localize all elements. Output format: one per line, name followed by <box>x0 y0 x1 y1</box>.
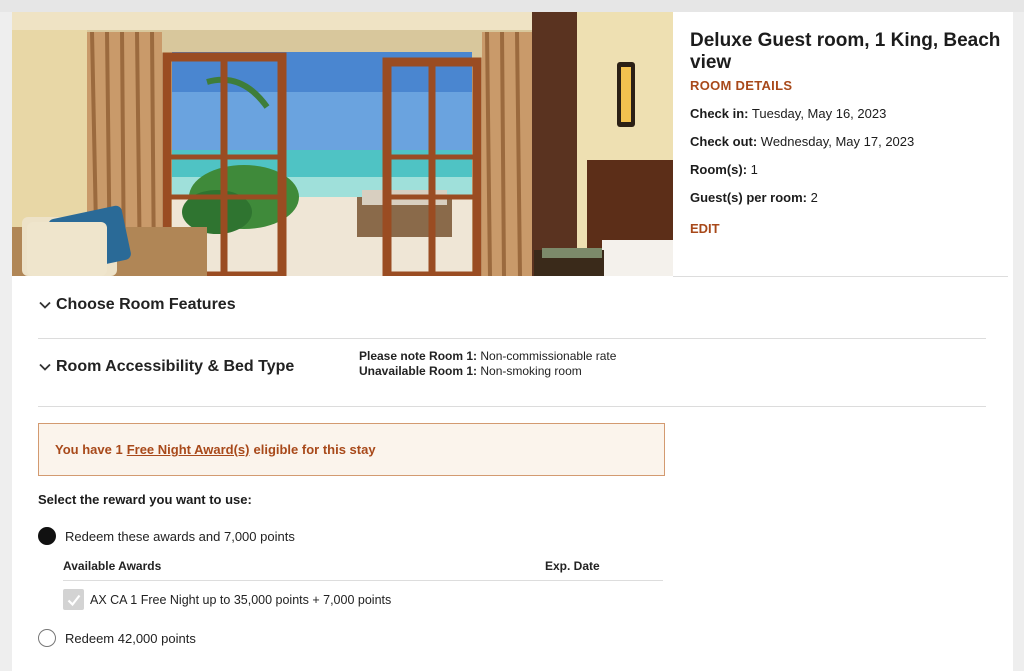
accessibility-title: Room Accessibility & Bed Type <box>56 358 295 375</box>
room-photo <box>12 12 673 276</box>
rooms-label: Room(s): <box>690 162 748 177</box>
note-unavailable: Unavailable Room 1: Non-smoking room <box>359 364 616 379</box>
edit-link[interactable]: EDIT <box>690 221 720 236</box>
award-checkbox[interactable] <box>63 589 84 610</box>
rooms-row: Room(s): 1 <box>690 162 1008 177</box>
room-title: Deluxe Guest room, 1 King, Beach view <box>690 30 1001 73</box>
awards-divider <box>63 580 663 581</box>
divider <box>38 406 986 407</box>
banner-suffix: eligible for this stay <box>253 442 376 457</box>
note-unavailable-value: Non-smoking room <box>480 364 582 378</box>
room-features-title: Choose Room Features <box>56 296 236 313</box>
guests-label: Guest(s) per room: <box>690 190 808 205</box>
room-card: Deluxe Guest room, 1 King, Beach view RO… <box>12 12 1013 671</box>
summary-divider <box>673 276 1008 277</box>
free-night-awards-link[interactable]: Free Night Award(s) <box>127 442 250 457</box>
room-summary: Deluxe Guest room, 1 King, Beach view RO… <box>690 30 1008 238</box>
check-out-label: Check out: <box>690 134 758 149</box>
rooms-value: 1 <box>750 162 758 177</box>
free-night-banner: You have 1 Free Night Award(s) eligible … <box>38 423 665 476</box>
top-bar <box>0 0 1024 12</box>
checkmark-icon <box>67 594 80 606</box>
note-commission-label: Please note Room 1: <box>359 349 478 363</box>
room-notes: Please note Room 1: Non-commissionable r… <box>359 349 616 379</box>
exp-date-column: Exp. Date <box>545 559 600 573</box>
note-unavailable-label: Unavailable Room 1: <box>359 364 478 378</box>
room-details-heading: ROOM DETAILS <box>690 78 793 93</box>
check-out-row: Check out: Wednesday, May 17, 2023 <box>690 134 1008 149</box>
banner-prefix: You have 1 <box>55 442 123 457</box>
award-item-label: AX CA 1 Free Night up to 35,000 points +… <box>90 592 392 607</box>
redeem-points-label: Redeem 42,000 points <box>65 630 196 646</box>
select-reward-label: Select the reward you want to use: <box>38 492 252 507</box>
check-in-label: Check in: <box>690 106 749 121</box>
check-in-value: Tuesday, May 16, 2023 <box>751 106 887 121</box>
room-features-toggle[interactable]: Choose Room Features <box>38 296 986 314</box>
available-awards-column: Available Awards <box>63 559 162 573</box>
guests-row: Guest(s) per room: 2 <box>690 190 1008 205</box>
check-out-value: Wednesday, May 17, 2023 <box>760 134 915 149</box>
guests-value: 2 <box>810 190 818 205</box>
note-commission-value: Non-commissionable rate <box>480 349 617 363</box>
awards-table-header: Available Awards Exp. Date <box>63 559 663 573</box>
radio-icon[interactable] <box>38 527 56 545</box>
radio-icon[interactable] <box>38 629 56 647</box>
chevron-down-icon <box>39 301 51 309</box>
redeem-awards-option[interactable]: Redeem these awards and 7,000 points <box>38 527 295 545</box>
redeem-awards-label: Redeem these awards and 7,000 points <box>65 528 295 544</box>
chevron-down-icon <box>39 363 51 371</box>
redeem-points-option[interactable]: Redeem 42,000 points <box>38 629 196 647</box>
room-features-section: Choose Room Features <box>38 296 986 314</box>
divider <box>38 338 986 339</box>
check-in-row: Check in: Tuesday, May 16, 2023 <box>690 106 1008 121</box>
award-row: AX CA 1 Free Night up to 35,000 points +… <box>63 589 391 610</box>
note-commission: Please note Room 1: Non-commissionable r… <box>359 349 616 364</box>
